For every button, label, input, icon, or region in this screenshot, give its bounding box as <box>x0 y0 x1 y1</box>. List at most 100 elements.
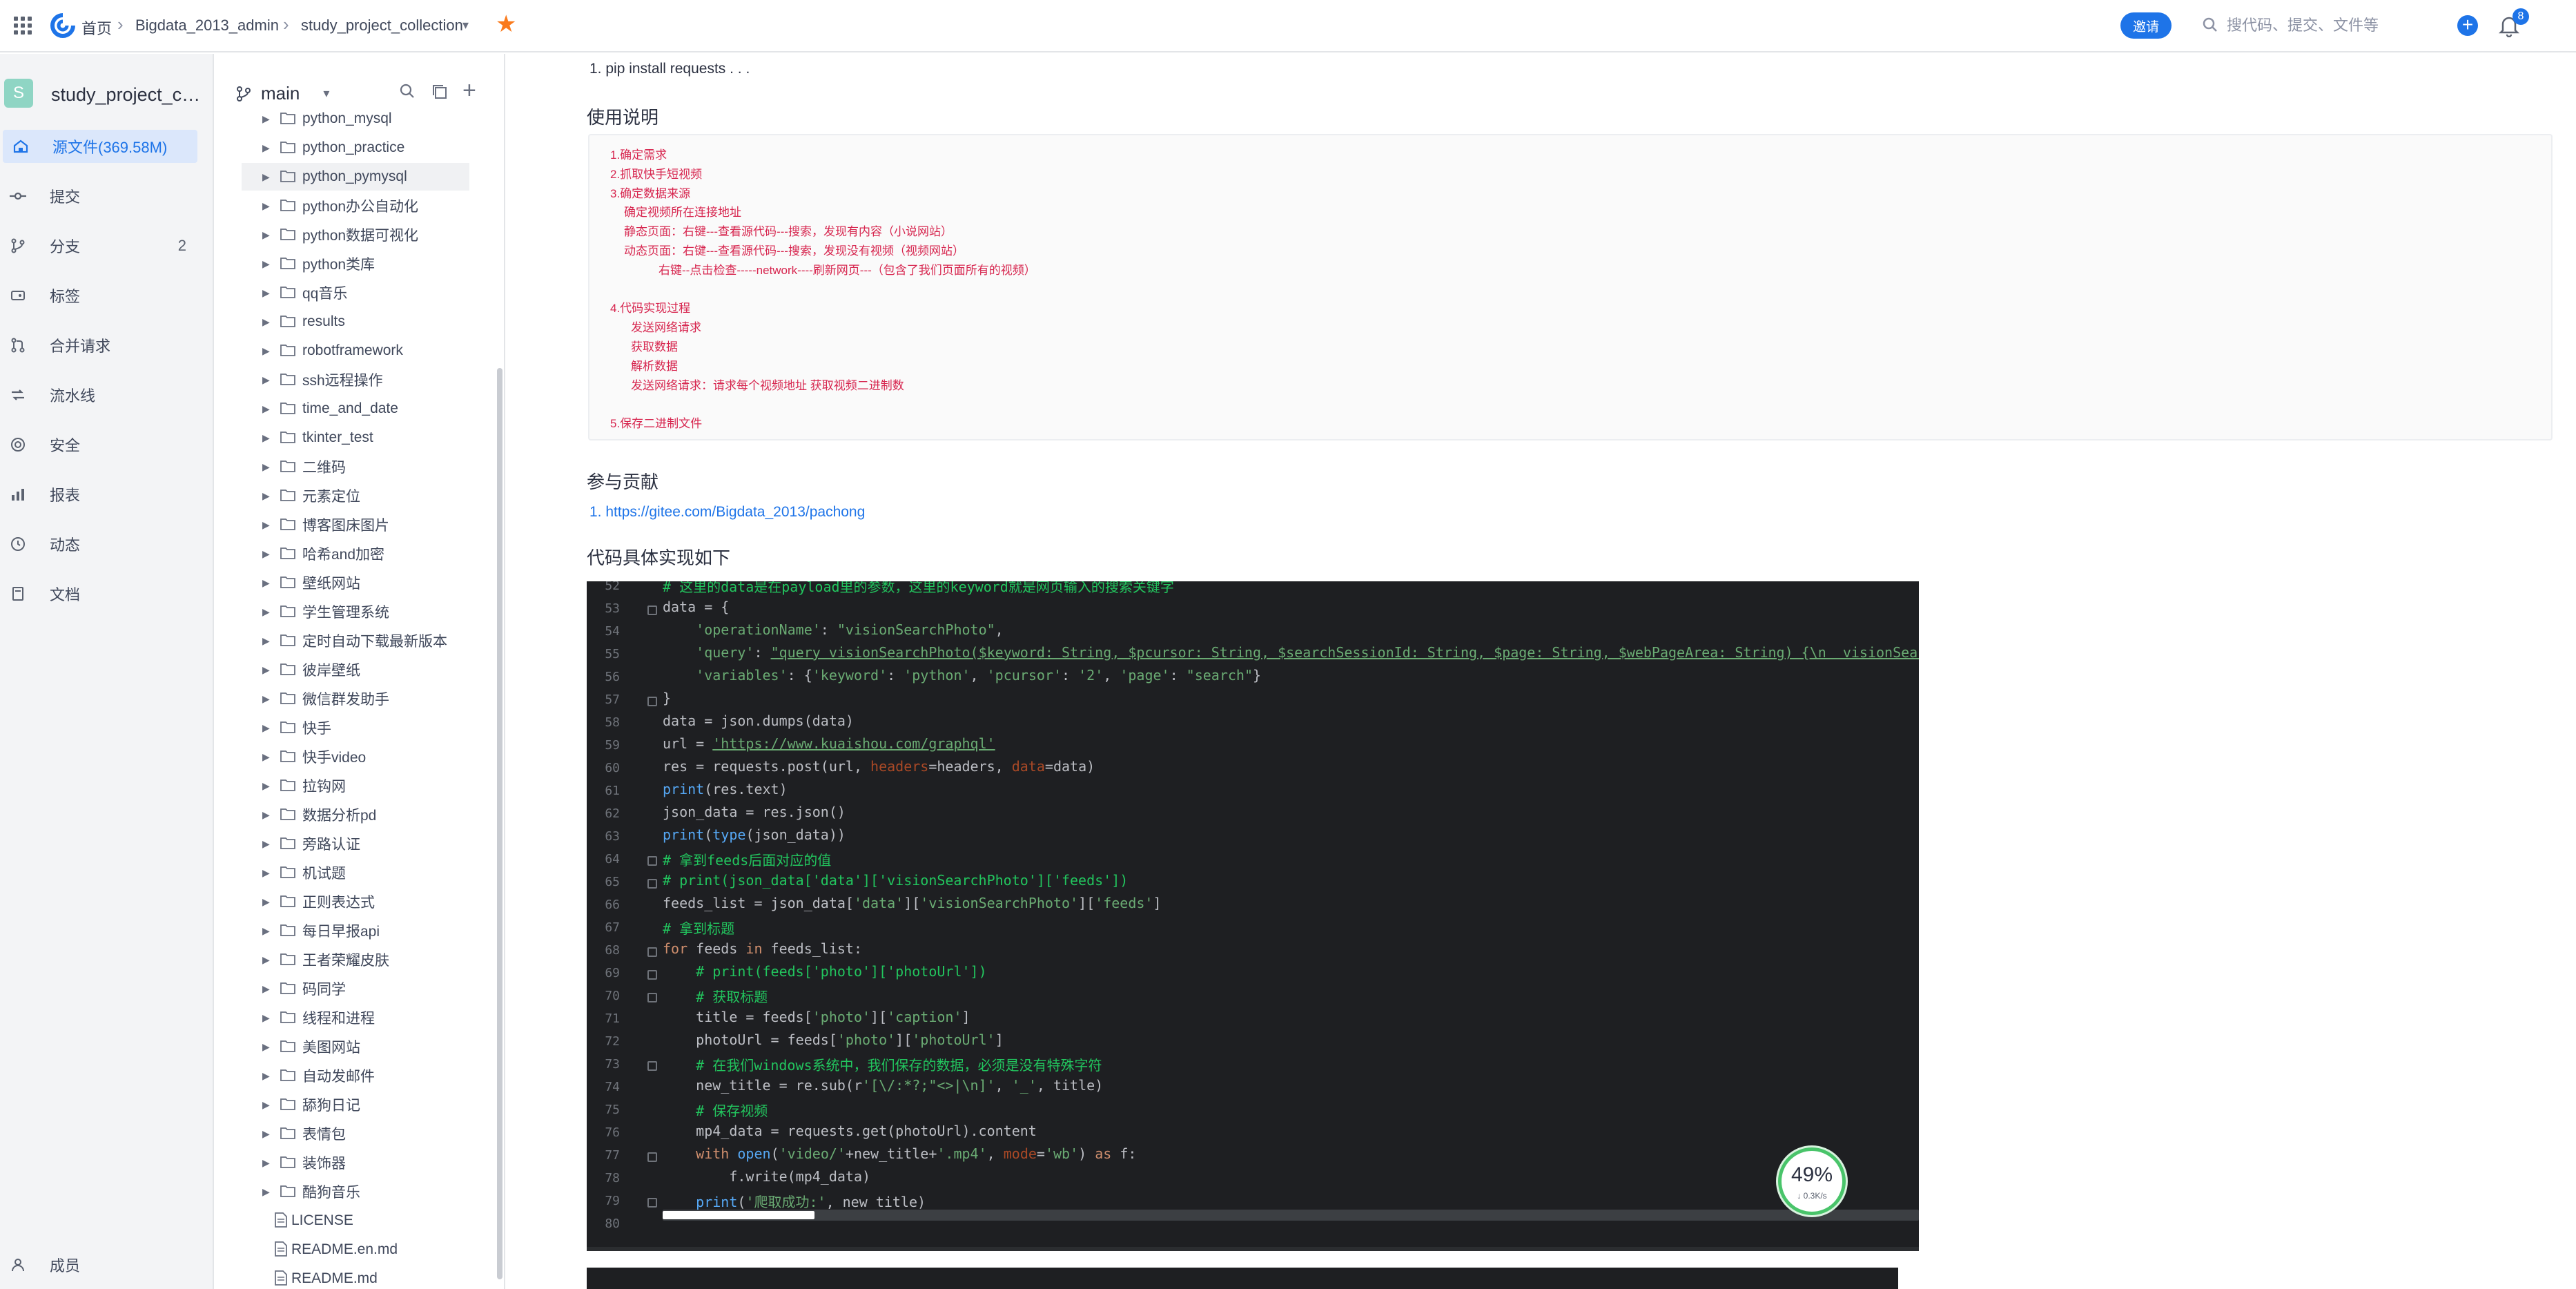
chevron-right-icon[interactable]: ▶ <box>262 519 270 531</box>
chevron-right-icon[interactable]: ▶ <box>262 780 270 792</box>
tree-folder-item[interactable]: ▶ python数据可视化 <box>242 221 469 249</box>
chevron-right-icon[interactable]: ▶ <box>262 925 270 937</box>
tree-file-item[interactable]: README.en.md <box>242 1236 469 1263</box>
chevron-right-icon[interactable]: ▶ <box>262 258 270 270</box>
chevron-right-icon[interactable]: ▶ <box>262 1128 270 1140</box>
chevron-right-icon[interactable]: ▶ <box>262 432 270 444</box>
breadcrumb-repo[interactable]: study_project_collection <box>301 17 463 35</box>
branch-selector[interactable]: main ▾ <box>236 83 329 104</box>
breadcrumb-owner[interactable]: Bigdata_2013_admin <box>135 17 279 35</box>
sidebar-item-merge-requests[interactable]: 合并请求 <box>0 329 200 362</box>
tree-folder-item[interactable]: ▶ python_pymysql <box>242 163 469 191</box>
chevron-right-icon[interactable]: ▶ <box>262 374 270 386</box>
gitee-logo-icon[interactable] <box>50 12 76 39</box>
tree-folder-item[interactable]: ▶ 美图网站 <box>242 1033 469 1060</box>
chevron-right-icon[interactable]: ▶ <box>262 983 270 995</box>
copy-icon[interactable] <box>431 83 449 106</box>
tree-folder-item[interactable]: ▶ python_mysql <box>242 105 469 133</box>
global-search[interactable] <box>2196 10 2453 41</box>
chevron-right-icon[interactable]: ▶ <box>262 1012 270 1024</box>
chevron-right-icon[interactable]: ▶ <box>262 751 270 763</box>
tree-folder-item[interactable]: ▶ 微信群发助手 <box>242 685 469 713</box>
tree-folder-item[interactable]: ▶ 机试题 <box>242 859 469 886</box>
tree-folder-item[interactable]: ▶ 元素定位 <box>242 482 469 510</box>
chevron-right-icon[interactable]: ▶ <box>262 577 270 589</box>
tree-folder-item[interactable]: ▶ 彼岸壁纸 <box>242 656 469 684</box>
tree-folder-item[interactable]: ▶ 学生管理系统 <box>242 598 469 626</box>
tree-folder-item[interactable]: ▶ 二维码 <box>242 453 469 481</box>
chevron-right-icon[interactable]: ▶ <box>262 403 270 415</box>
tree-folder-item[interactable]: ▶ 每日早报api <box>242 917 469 944</box>
tree-folder-item[interactable]: ▶ results <box>242 308 469 336</box>
app-grid-icon[interactable] <box>14 17 32 35</box>
chevron-right-icon[interactable]: ▶ <box>262 1157 270 1169</box>
chevron-right-icon[interactable]: ▶ <box>262 606 270 618</box>
chevron-right-icon[interactable]: ▶ <box>262 722 270 734</box>
tree-folder-item[interactable]: ▶ 正则表达式 <box>242 888 469 915</box>
chevron-down-icon[interactable]: ▾ <box>462 18 469 32</box>
tree-folder-item[interactable]: ▶ 快手 <box>242 714 469 742</box>
star-icon[interactable]: ★ <box>496 12 516 36</box>
chevron-right-icon[interactable]: ▶ <box>262 171 270 183</box>
add-file-icon[interactable]: + <box>462 77 476 104</box>
sidebar-item-source[interactable]: 源文件(369.58M) <box>3 130 197 163</box>
sidebar-item-tags[interactable]: 标签 <box>0 279 200 312</box>
tree-folder-item[interactable]: ▶ python_practice <box>242 134 469 162</box>
sidebar-item-activity[interactable]: 动态 <box>0 527 200 561</box>
sidebar-item-commits[interactable]: 提交 <box>0 180 200 213</box>
chevron-right-icon[interactable]: ▶ <box>262 548 270 560</box>
repo-name[interactable]: study_project_col... <box>51 84 203 106</box>
chevron-right-icon[interactable]: ▶ <box>262 490 270 502</box>
chevron-right-icon[interactable]: ▶ <box>262 316 270 328</box>
chevron-right-icon[interactable]: ▶ <box>262 809 270 821</box>
tree-folder-item[interactable]: ▶ 舔狗日记 <box>242 1091 469 1118</box>
chevron-right-icon[interactable]: ▶ <box>262 954 270 966</box>
repo-avatar[interactable]: S <box>4 79 33 108</box>
tree-folder-item[interactable]: ▶ 王者荣耀皮肤 <box>242 946 469 973</box>
tree-folder-item[interactable]: ▶ 码同学 <box>242 975 469 1002</box>
tree-folder-item[interactable]: ▶ robotframework <box>242 337 469 365</box>
create-plus-icon[interactable]: + <box>2457 15 2478 36</box>
sidebar-item-reports[interactable]: 报表 <box>0 478 200 511</box>
chevron-right-icon[interactable]: ▶ <box>262 461 270 473</box>
search-icon[interactable] <box>399 83 416 104</box>
chevron-right-icon[interactable]: ▶ <box>262 287 270 299</box>
contrib-link[interactable]: 1. https://gitee.com/Bigdata_2013/pachon… <box>589 504 865 521</box>
sidebar-item-docs[interactable]: 文档 <box>0 577 200 610</box>
chevron-right-icon[interactable]: ▶ <box>262 838 270 850</box>
tree-folder-item[interactable]: ▶ python办公自动化 <box>242 192 469 220</box>
chevron-right-icon[interactable]: ▶ <box>262 229 270 241</box>
tree-file-item[interactable]: README.md <box>242 1265 469 1289</box>
chevron-right-icon[interactable]: ▶ <box>262 345 270 357</box>
tree-folder-item[interactable]: ▶ 自动发邮件 <box>242 1062 469 1089</box>
chevron-right-icon[interactable]: ▶ <box>262 896 270 908</box>
search-input[interactable] <box>2227 15 2448 36</box>
sidebar-item-pipelines[interactable]: 流水线 <box>0 378 200 411</box>
chevron-right-icon[interactable]: ▶ <box>262 635 270 647</box>
tree-file-item[interactable]: LICENSE <box>242 1207 469 1234</box>
invite-button[interactable]: 邀请 <box>2120 12 2172 39</box>
tree-folder-item[interactable]: ▶ 数据分析pd <box>242 801 469 828</box>
breadcrumb-home[interactable]: 首页 <box>81 17 112 39</box>
tree-folder-item[interactable]: ▶ 定时自动下载最新版本 <box>242 627 469 655</box>
sidebar-item-members[interactable]: 成员 <box>0 1248 200 1281</box>
sidebar-item-branches[interactable]: 分支 2 <box>0 229 200 262</box>
tree-scrollbar[interactable] <box>497 368 502 1279</box>
chevron-right-icon[interactable]: ▶ <box>262 200 270 212</box>
tree-folder-item[interactable]: ▶ time_and_date <box>242 395 469 423</box>
chevron-right-icon[interactable]: ▶ <box>262 113 270 125</box>
tree-folder-item[interactable]: ▶ qq音乐 <box>242 279 469 307</box>
chevron-right-icon[interactable]: ▶ <box>262 1041 270 1053</box>
tree-folder-item[interactable]: ▶ 装饰器 <box>242 1149 469 1176</box>
sidebar-item-security[interactable]: 安全 <box>0 428 200 461</box>
tree-folder-item[interactable]: ▶ tkinter_test <box>242 424 469 452</box>
chevron-right-icon[interactable]: ▶ <box>262 867 270 879</box>
tree-folder-item[interactable]: ▶ 旁路认证 <box>242 830 469 857</box>
tree-folder-item[interactable]: ▶ 壁纸网站 <box>242 569 469 597</box>
chevron-right-icon[interactable]: ▶ <box>262 142 270 154</box>
chevron-right-icon[interactable]: ▶ <box>262 1070 270 1082</box>
tree-folder-item[interactable]: ▶ 线程和进程 <box>242 1004 469 1031</box>
tree-folder-item[interactable]: ▶ 哈希and加密 <box>242 540 469 568</box>
tree-folder-item[interactable]: ▶ 拉钩网 <box>242 772 469 799</box>
tree-folder-item[interactable]: ▶ 酷狗音乐 <box>242 1178 469 1205</box>
